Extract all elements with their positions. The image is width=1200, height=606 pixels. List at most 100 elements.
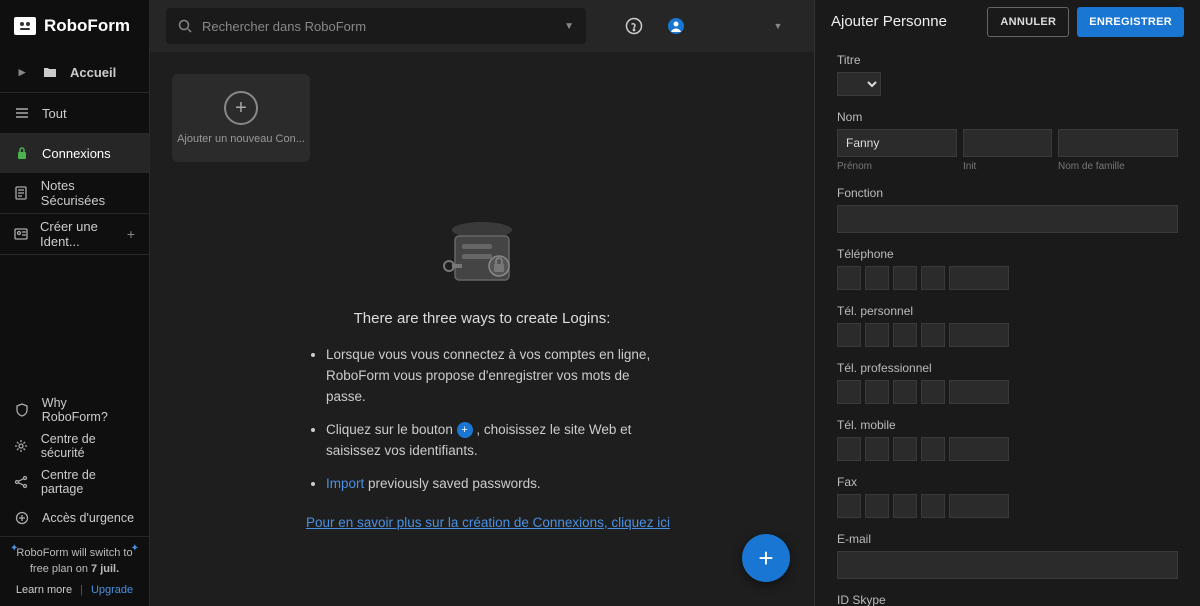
upgrade-link[interactable]: Upgrade: [91, 582, 133, 599]
nav-create-label: Créer une Ident...: [40, 219, 115, 249]
sparkle-icon: ✦: [10, 541, 18, 556]
gear-icon: [14, 439, 29, 453]
sublabel-lastname: Nom de famille: [1058, 161, 1178, 172]
nav-create-identity[interactable]: Créer une Ident... +: [0, 214, 149, 254]
phone-seg[interactable]: [921, 380, 945, 404]
phone-seg[interactable]: [949, 266, 1009, 290]
nav-home-section: ▸ Accueil: [0, 52, 149, 93]
firstname-input[interactable]: [837, 129, 957, 157]
email-input[interactable]: [837, 551, 1178, 579]
import-link[interactable]: Import: [326, 476, 364, 491]
phone-seg[interactable]: [865, 380, 889, 404]
phone-seg[interactable]: [921, 323, 945, 347]
header-actions: ▼: [622, 14, 798, 38]
nav-all-label: Tout: [42, 106, 67, 121]
plus-icon[interactable]: +: [127, 226, 135, 242]
identity-icon: [14, 228, 28, 240]
phone-seg[interactable]: [949, 494, 1009, 518]
nav-logins[interactable]: Connexions: [0, 133, 149, 173]
function-input[interactable]: [837, 205, 1178, 233]
phone-seg[interactable]: [837, 323, 861, 347]
search-icon: [178, 19, 192, 33]
folder-icon: [42, 66, 58, 78]
footer-emergency[interactable]: Accès d'urgence: [0, 500, 149, 536]
phone-seg[interactable]: [865, 266, 889, 290]
phone-seg[interactable]: [893, 437, 917, 461]
list-icon: [14, 107, 30, 119]
footer-why[interactable]: Why RoboForm?: [0, 392, 149, 428]
nav-all[interactable]: Tout: [0, 93, 149, 133]
label-function: Fonction: [837, 186, 1178, 200]
cancel-button[interactable]: ANNULER: [987, 7, 1069, 37]
phone-inputs: [837, 266, 1178, 290]
phone-seg[interactable]: [837, 380, 861, 404]
footer-why-label: Why RoboForm?: [42, 396, 135, 424]
phone-seg[interactable]: [893, 380, 917, 404]
fab-add-button[interactable]: +: [742, 534, 790, 582]
field-skype: ID Skype: [837, 593, 1178, 606]
empty-heading: There are three ways to create Logins:: [292, 310, 672, 327]
label-fax: Fax: [837, 475, 1178, 489]
field-name: Nom Prénom Init Nom de famille: [837, 110, 1178, 172]
phone-seg[interactable]: [921, 437, 945, 461]
phone-seg[interactable]: [837, 437, 861, 461]
phone-seg[interactable]: [949, 323, 1009, 347]
main-area: ▼ ▼ + Ajouter un nouveau Con...: [150, 0, 814, 606]
phone-seg[interactable]: [837, 494, 861, 518]
phone-seg[interactable]: [865, 494, 889, 518]
banner-links: Learn more | Upgrade: [10, 582, 139, 599]
phone-seg[interactable]: [949, 380, 1009, 404]
footer-security[interactable]: Centre de sécurité: [0, 428, 149, 464]
nav-notes-label: Notes Sécurisées: [41, 178, 135, 208]
field-email: E-mail: [837, 532, 1178, 579]
menu-dropdown-icon[interactable]: ▼: [766, 14, 790, 38]
note-icon: [14, 186, 29, 200]
top-bar: ▼ ▼: [150, 0, 814, 52]
search-box[interactable]: ▼: [166, 8, 586, 44]
nav-notes[interactable]: Notes Sécurisées: [0, 173, 149, 213]
search-input[interactable]: [202, 19, 554, 34]
chevron-right-icon: ▸: [14, 64, 30, 80]
separator: |: [80, 582, 83, 599]
right-header: Ajouter Personne ANNULER ENREGISTRER: [815, 0, 1200, 43]
logo-area: RoboForm: [0, 0, 149, 52]
panel-title: Ajouter Personne: [831, 13, 947, 30]
phone-seg[interactable]: [865, 437, 889, 461]
save-button[interactable]: ENREGISTRER: [1077, 7, 1184, 37]
nav-home[interactable]: ▸ Accueil: [0, 52, 149, 92]
learn-more-link[interactable]: Learn more: [16, 582, 72, 599]
logo-text: RoboForm: [44, 16, 130, 36]
label-phone: Téléphone: [837, 247, 1178, 261]
phone-seg[interactable]: [837, 266, 861, 290]
add-card-label: Ajouter un nouveau Con...: [177, 133, 305, 145]
add-login-card[interactable]: + Ajouter un nouveau Con...: [172, 74, 310, 162]
sublabel-firstname: Prénom: [837, 161, 957, 172]
field-phone-work: Tél. professionnel: [837, 361, 1178, 404]
phone-seg[interactable]: [921, 266, 945, 290]
phone-seg[interactable]: [865, 323, 889, 347]
label-email: E-mail: [837, 532, 1178, 546]
right-panel: Ajouter Personne ANNULER ENREGISTRER Tit…: [814, 0, 1200, 606]
banner-line2: free plan on 7 juil.: [10, 561, 139, 578]
field-phone-mobile: Tél. mobile: [837, 418, 1178, 461]
phone-seg[interactable]: [949, 437, 1009, 461]
logo[interactable]: RoboForm: [14, 16, 130, 36]
init-input[interactable]: [963, 129, 1052, 157]
person-form: Titre Nom Prénom Init Nom de famille Fon…: [815, 43, 1200, 606]
title-select[interactable]: [837, 72, 881, 96]
learn-more-link[interactable]: Pour en savoir plus sur la création de C…: [306, 515, 670, 530]
label-phone-mobile: Tél. mobile: [837, 418, 1178, 432]
account-icon[interactable]: [664, 14, 688, 38]
chevron-down-icon[interactable]: ▼: [564, 21, 574, 32]
label-title: Titre: [837, 53, 1178, 67]
phone-seg[interactable]: [893, 494, 917, 518]
phone-seg[interactable]: [893, 323, 917, 347]
empty-item-2: Cliquez sur le bouton + , choisissez le …: [326, 420, 672, 462]
help-icon[interactable]: [622, 14, 646, 38]
lastname-input[interactable]: [1058, 129, 1178, 157]
plus-badge-icon: +: [457, 422, 473, 438]
field-fax: Fax: [837, 475, 1178, 518]
phone-seg[interactable]: [921, 494, 945, 518]
phone-seg[interactable]: [893, 266, 917, 290]
footer-share[interactable]: Centre de partage: [0, 464, 149, 500]
